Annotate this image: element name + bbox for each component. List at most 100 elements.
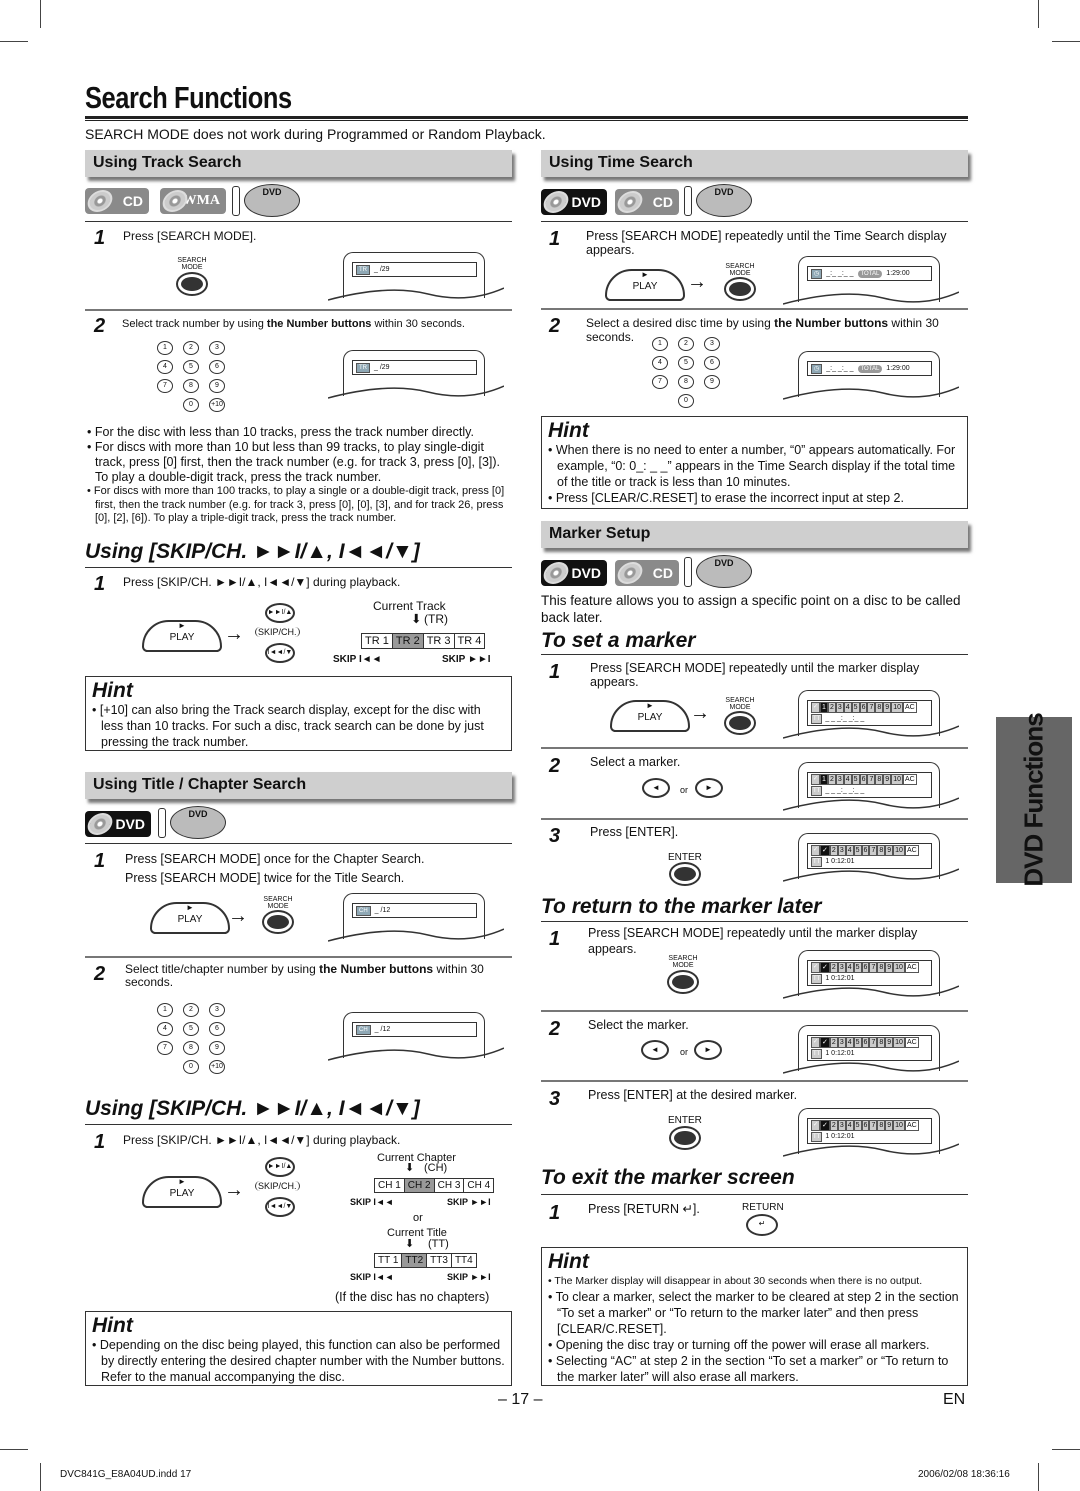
divider	[541, 1010, 968, 1012]
divider	[85, 309, 512, 311]
marker-slot: AC	[904, 1037, 919, 1048]
divider	[541, 221, 968, 222]
chapter-strip: CH 1 CH 2 CH 3 CH 4	[374, 1178, 495, 1193]
skip-track-heading: Using [SKIP/CH. ►►I/▲, I◄◄/▼]	[85, 540, 420, 563]
or-label: or	[680, 785, 689, 795]
number-buttons-icon: 1 2 3 4 5 6 7 8 9 0 +10	[157, 1003, 225, 1074]
marker-slot: 4	[845, 1120, 854, 1131]
marker-slot: 3	[837, 1037, 846, 1048]
page-number: – 17 –	[498, 1391, 543, 1408]
title-rule	[85, 116, 968, 121]
step-number: 2	[94, 315, 106, 337]
footer-file: DVC841G_E8A04UD.indd 17	[60, 1469, 192, 1480]
marker-slot: 8	[877, 1037, 886, 1048]
crop-mark	[40, 0, 41, 28]
strip-cell: TR 2	[392, 634, 424, 648]
marker-slot: 8	[875, 702, 884, 713]
step-number: 1	[94, 1131, 106, 1153]
marker-slot: AC	[902, 774, 917, 785]
track-step1-text: Press [SEARCH MODE].	[123, 229, 257, 243]
search-mode-button-icon	[667, 970, 699, 994]
check-icon: ✓	[811, 702, 821, 713]
step-number: 2	[549, 755, 561, 777]
marker-slot: 9	[885, 845, 894, 856]
marker-slot: 2	[827, 774, 836, 785]
search-mode-label: SEARCH MODE	[263, 896, 293, 910]
number-buttons-icon: 123 456 7890	[652, 337, 720, 408]
wma-icon-label: WMA	[182, 193, 220, 208]
number-key-icon: 9	[704, 375, 720, 389]
tv-display: ◷ _:_ _:_ _ TOTAL 1:29:00	[783, 256, 959, 308]
hint-item: Selecting “AC” at step 2 in the section …	[548, 1353, 961, 1385]
strip-cell: TR 4	[455, 634, 486, 648]
number-key-icon: 8	[183, 379, 199, 393]
cd-icon: CD	[615, 560, 679, 586]
search-mode-label: SEARCH MODE	[725, 697, 755, 711]
skip-fwd-label: SKIP ►►I	[442, 654, 491, 665]
marker-slot: ✓	[820, 962, 830, 973]
marker-slot: 4	[843, 774, 852, 785]
number-key-icon: 9	[209, 1041, 225, 1055]
section-heading-time-search: Using Time Search	[541, 150, 968, 177]
strip-cell: CH 2	[404, 1179, 435, 1192]
marker-slot: 2	[829, 962, 838, 973]
arrow-down-icon: ⬇	[411, 612, 422, 626]
hint-title: Hint	[92, 679, 133, 702]
side-tab-label: DVD Functions	[1018, 713, 1049, 887]
number-key-icon: 4	[157, 360, 173, 374]
number-key-icon: 3	[209, 1003, 225, 1017]
play-button-icon: PLAY	[605, 269, 685, 301]
marker-slot: 7	[867, 774, 876, 785]
hint-item: When there is no need to enter a number,…	[548, 442, 961, 490]
marker-slot: ✓	[820, 1120, 830, 1131]
skip-buttons-icon: ►►I/▲ SKIP/CH. I◄◄/▼	[255, 603, 305, 673]
search-mode-label: SEARCH MODE	[668, 955, 698, 969]
arrow-icon: →	[224, 623, 244, 645]
wma-icon: WMA	[160, 188, 226, 214]
number-key-icon: 2	[183, 1003, 199, 1017]
marker-slot: 10	[893, 1037, 905, 1048]
skip-back-label: SKIP I◄◄	[333, 654, 382, 665]
hint-item: Press [CLEAR/C.RESET] to erase the incor…	[548, 490, 961, 506]
bullet: • For discs with more than 10 but less t…	[87, 440, 501, 484]
marker-slot: ✓	[820, 845, 830, 856]
crop-mark	[1052, 1449, 1080, 1450]
hint-item: Opening the disc tray or turning off the…	[548, 1337, 961, 1353]
dvd-video-logo-icon: DVD	[684, 184, 754, 218]
left-arrow-button-icon: ◄	[641, 1040, 669, 1060]
return-button-icon: ↵	[746, 1214, 778, 1236]
number-key-icon: 0	[183, 398, 199, 412]
divider	[85, 956, 512, 958]
marker-slot: 3	[837, 962, 846, 973]
marker-slot: 5	[851, 774, 860, 785]
skip-chapter-step1: Press [SKIP/CH. ►►I/▲, I◄◄/▼] during pla…	[123, 1133, 401, 1147]
tr-chip: TR	[356, 264, 370, 275]
cd-icon-label: CD	[122, 193, 143, 209]
number-key-icon: +10	[209, 398, 225, 412]
strip-cell: TR 3	[424, 634, 455, 648]
step-number: 1	[549, 1202, 561, 1224]
check-icon: ✓	[811, 1037, 821, 1048]
divider	[541, 818, 968, 820]
step-number: 2	[94, 963, 106, 985]
search-mode-button-icon	[724, 711, 756, 735]
number-key-icon: 7	[652, 375, 668, 389]
cd-icon: CD	[615, 189, 679, 215]
marker-slot: AC	[902, 702, 917, 713]
marker-slot: 6	[859, 774, 868, 785]
marker-display: ✓ ✓ 2 3 4 5 6 7 8 9 10 AC TT 1 0:12:01	[783, 833, 959, 885]
arrow-down-icon: ⬇	[405, 1162, 415, 1174]
divider	[541, 654, 968, 655]
marker-slot: 8	[877, 1120, 886, 1131]
search-mode-button-icon	[724, 277, 756, 301]
step-number: 1	[549, 228, 561, 250]
title-chapter-step2: Select title/chapter number by using the…	[125, 962, 484, 989]
marker-slot: 4	[845, 962, 854, 973]
marker-slot: 1	[820, 774, 828, 785]
play-button-icon: PLAY	[610, 700, 690, 732]
check-icon: ✓	[811, 962, 821, 973]
crop-mark	[1052, 41, 1080, 42]
step-number: 1	[549, 661, 561, 683]
marker-slot: 2	[829, 845, 838, 856]
or-label: or	[680, 1047, 689, 1057]
